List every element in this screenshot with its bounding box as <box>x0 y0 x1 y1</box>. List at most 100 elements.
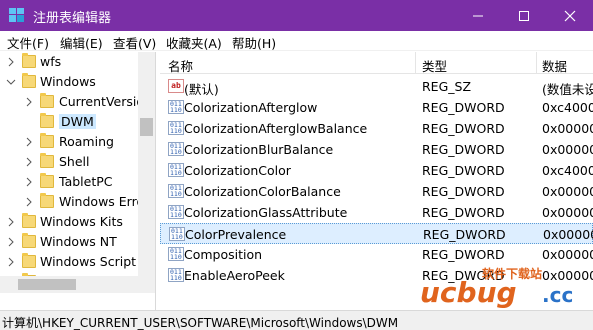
value-name: ColorizationColor <box>184 163 291 178</box>
tree-item[interactable]: Shell <box>0 152 138 172</box>
value-row[interactable]: 011 110 ColorizationGlassAttribute REG_DWO… <box>160 202 593 223</box>
column-divider[interactable] <box>536 52 537 74</box>
tree-item-label: CurrentVersio <box>59 94 144 109</box>
menu-edit[interactable]: 编辑(E) <box>60 33 103 52</box>
menu-favorites[interactable]: 收藏夹(A) <box>166 33 222 52</box>
value-data: 0x00000 <box>542 205 593 220</box>
value-type: REG_DWORD <box>422 100 505 115</box>
binary-value-icon: 011 110 <box>169 227 185 241</box>
tree-item[interactable]: Windows NT <box>0 232 138 252</box>
status-bar: 计算机\HKEY_CURRENT_USER\SOFTWARE\Microsoft… <box>0 310 593 330</box>
tree-item[interactable]: Windows Erro <box>0 192 144 212</box>
tree-horizontal-scrollbar[interactable] <box>0 276 138 293</box>
tree-item[interactable]: wfs <box>0 52 138 72</box>
value-name: ColorizationAfterglowBalance <box>184 121 368 136</box>
watermark-brand-text: ucbug <box>420 276 517 308</box>
column-header-data[interactable]: 数据 <box>542 56 567 75</box>
value-row[interactable]: 011 110 ColorPrevalence REG_DWORD 0x00000 <box>160 223 593 244</box>
value-row[interactable]: 011 110 ColorizationAfterglowBalance REG_D… <box>160 118 593 139</box>
tree-item-label: Windows Script <box>40 254 137 269</box>
key-tree-pane[interactable]: wfs Windows CurrentVersio DWM Roaming Shell Ta… <box>0 52 156 310</box>
value-row[interactable]: 011 110 ColorizationColorBalance REG_DWORD… <box>160 181 593 202</box>
regedit-app-icon <box>9 8 24 22</box>
chevron-right-icon[interactable] <box>24 176 34 188</box>
close-button[interactable] <box>547 0 593 31</box>
tree-item[interactable]: Windows <box>0 72 138 92</box>
value-data: 0x00000 <box>542 142 593 157</box>
folder-icon <box>40 133 54 148</box>
value-name: ColorizationAfterglow <box>184 100 318 115</box>
binary-value-icon: 011 110 <box>168 142 184 156</box>
value-row[interactable]: ab (默认) REG_SZ (数值未设 <box>160 76 593 97</box>
menu-file[interactable]: 文件(F) <box>7 33 49 52</box>
tree-item[interactable]: DWM <box>0 112 138 132</box>
close-icon <box>564 10 576 22</box>
chevron-right-icon[interactable] <box>24 196 34 208</box>
tree-item-label: Roaming <box>59 134 114 149</box>
maximize-icon <box>519 11 529 21</box>
value-name: (默认) <box>184 82 219 97</box>
tree-item[interactable]: Roaming <box>0 132 138 152</box>
folder-icon <box>40 153 54 168</box>
binary-value-icon: 011 110 <box>168 163 184 177</box>
tree-horizontal-scroll-thumb[interactable] <box>18 279 76 290</box>
column-divider[interactable] <box>415 52 416 74</box>
value-data: 0x00000 <box>542 184 593 199</box>
value-type: REG_DWORD <box>422 163 505 178</box>
value-name: Composition <box>184 247 263 262</box>
value-row[interactable]: 011 110 ColorizationAfterglow REG_DWORD 0xc… <box>160 97 593 118</box>
tree-item-label: TabletPC <box>59 174 113 189</box>
binary-value-icon: 011 110 <box>168 184 184 198</box>
chevron-right-icon[interactable] <box>24 156 34 168</box>
chevron-right-icon[interactable] <box>6 236 16 248</box>
value-data: (数值未设 <box>542 82 593 97</box>
value-row[interactable]: 011 110 ColorizationColor REG_DWORD 0xc4000 <box>160 160 593 181</box>
binary-value-icon: 011 110 <box>168 247 184 261</box>
folder-icon <box>40 113 54 128</box>
chevron-right-icon[interactable] <box>6 56 16 68</box>
folder-icon <box>22 73 36 88</box>
maximize-button[interactable] <box>501 0 547 31</box>
folder-icon <box>22 253 36 268</box>
binary-value-icon: 011 110 <box>168 205 184 219</box>
chevron-right-icon[interactable] <box>24 136 34 148</box>
chevron-right-icon[interactable] <box>24 96 34 108</box>
folder-icon <box>22 213 36 228</box>
value-name: ColorizationBlurBalance <box>184 142 334 157</box>
tree-item-label: wfs <box>40 54 62 69</box>
minimize-button[interactable] <box>455 0 501 31</box>
minimize-icon <box>473 15 483 17</box>
watermark-tld-text: .cc <box>542 283 573 307</box>
tree-vertical-scrollbar[interactable] <box>138 52 155 276</box>
chevron-right-icon[interactable] <box>6 216 16 228</box>
value-name: ColorPrevalence <box>185 227 287 242</box>
scrollbar-corner <box>138 276 155 293</box>
tree-item[interactable]: Windows Kits <box>0 212 138 232</box>
registry-path: 计算机\HKEY_CURRENT_USER\SOFTWARE\Microsoft… <box>2 316 399 330</box>
column-header-type[interactable]: 类型 <box>422 56 447 75</box>
folder-icon <box>22 233 36 248</box>
binary-value-icon: 011 110 <box>168 268 184 282</box>
value-type: REG_DWORD <box>423 227 506 242</box>
menu-help[interactable]: 帮助(H) <box>232 33 276 52</box>
tree-item[interactable]: Windows Script <box>0 252 138 272</box>
value-name: ColorizationGlassAttribute <box>184 205 348 220</box>
binary-value-icon: 011 110 <box>168 100 184 114</box>
menu-bar: 文件(F) 编辑(E) 查看(V) 收藏夹(A) 帮助(H) <box>0 31 593 51</box>
string-value-icon: ab <box>168 79 184 93</box>
tree-item[interactable]: CurrentVersio <box>0 92 144 112</box>
value-row[interactable]: 011 110 ColorizationBlurBalance REG_DWORD 0… <box>160 139 593 160</box>
tree-vertical-scroll-thumb[interactable] <box>140 118 153 136</box>
menu-view[interactable]: 查看(V) <box>113 33 156 52</box>
tree-item-label: Windows Erro <box>59 194 145 209</box>
value-type: REG_SZ <box>422 79 472 94</box>
column-header-name[interactable]: 名称 <box>168 56 193 75</box>
value-data: 0xc4000 <box>542 100 593 115</box>
value-type: REG_DWORD <box>422 184 505 199</box>
tree-item[interactable]: TabletPC <box>0 172 138 192</box>
tree-item-label: DWM <box>59 114 96 129</box>
list-header: 名称 类型 数据 <box>160 52 593 74</box>
chevron-down-icon[interactable] <box>6 76 16 88</box>
chevron-right-icon[interactable] <box>6 256 16 268</box>
value-data: 0xc4000 <box>542 163 593 178</box>
